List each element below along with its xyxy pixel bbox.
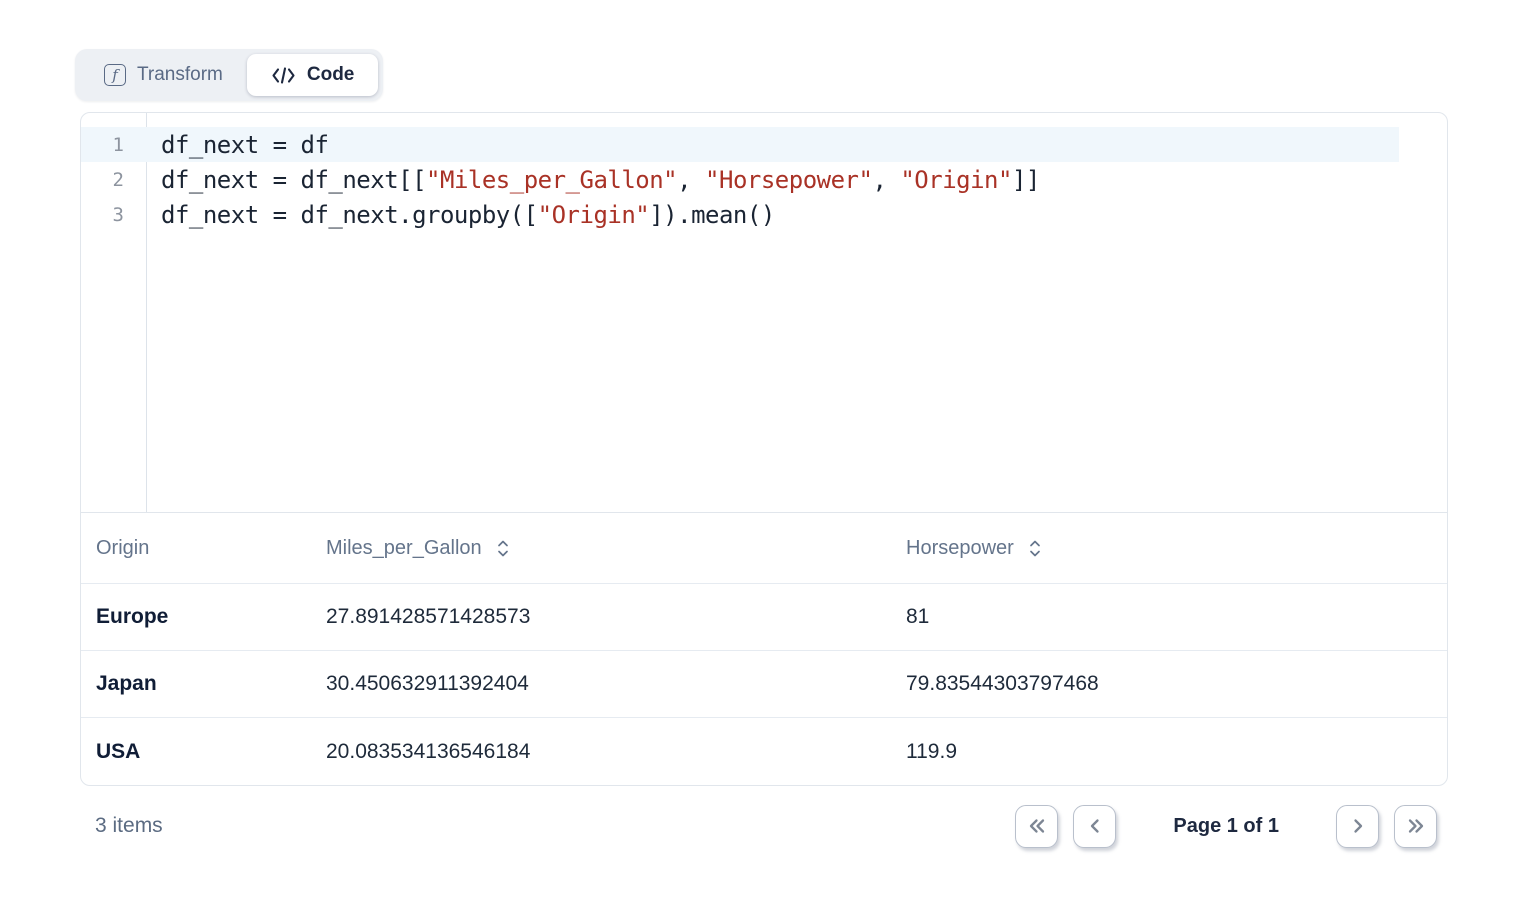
table-row[interactable]: Europe27.89142857142857381 — [81, 584, 1447, 651]
column-header-miles-per-gallon[interactable]: Miles_per_Gallon — [326, 537, 906, 560]
cell-origin: Japan — [96, 672, 326, 696]
code-brackets-icon — [271, 66, 296, 85]
line-number: 2 — [81, 169, 146, 191]
table-row[interactable]: USA20.083534136546184119.9 — [81, 718, 1447, 785]
code-line[interactable]: 3df_next = df_next.groupby(["Origin"]).m… — [81, 197, 1447, 232]
cell-origin: Europe — [96, 605, 326, 629]
tab-code-label: Code — [307, 64, 355, 86]
column-header-horsepower[interactable]: Horsepower — [906, 537, 1447, 560]
table-header-row: Origin Miles_per_Gallon Horsepower — [81, 513, 1447, 584]
cell-origin: USA — [96, 740, 326, 764]
previous-page-button[interactable] — [1073, 805, 1116, 848]
line-number: 3 — [81, 204, 146, 226]
cell-miles-per-gallon: 27.891428571428573 — [326, 605, 906, 629]
table-footer: 3 items Page 1 of 1 — [80, 803, 1448, 849]
items-count: 3 items — [95, 814, 163, 838]
cell-horsepower: 81 — [906, 605, 1447, 629]
chevron-right-icon — [1348, 816, 1368, 836]
result-table: Origin Miles_per_Gallon Horsepower — [81, 513, 1447, 785]
column-header-label: Horsepower — [906, 537, 1014, 560]
function-icon: f — [104, 64, 126, 86]
cell-miles-per-gallon: 20.083534136546184 — [326, 740, 906, 764]
chevron-left-icon — [1085, 816, 1105, 836]
code-lines: 1df_next = df2df_next = df_next[["Miles_… — [81, 127, 1447, 232]
double-chevron-left-icon — [1027, 816, 1047, 836]
tab-transform[interactable]: f Transform — [80, 54, 247, 96]
cell-miles-per-gallon: 30.450632911392404 — [326, 672, 906, 696]
table-body: Europe27.89142857142857381Japan30.450632… — [81, 584, 1447, 785]
column-header-origin[interactable]: Origin — [96, 537, 326, 560]
tab-code[interactable]: Code — [247, 54, 379, 96]
first-page-button[interactable] — [1015, 805, 1058, 848]
view-toggle: f Transform Code — [75, 49, 383, 101]
cell-horsepower: 119.9 — [906, 740, 1447, 764]
page-indicator: Page 1 of 1 — [1173, 815, 1279, 838]
tab-transform-label: Transform — [137, 64, 223, 86]
cell-horsepower: 79.83544303797468 — [906, 672, 1447, 696]
next-page-button[interactable] — [1336, 805, 1379, 848]
code-line-text: df_next = df_next[["Miles_per_Gallon", "… — [146, 166, 1040, 194]
code-line[interactable]: 1df_next = df — [81, 127, 1447, 162]
code-line-text: df_next = df — [146, 131, 328, 159]
last-page-button[interactable] — [1394, 805, 1437, 848]
sort-icon[interactable] — [496, 538, 510, 559]
sort-icon[interactable] — [1028, 538, 1042, 559]
column-header-label: Miles_per_Gallon — [326, 537, 482, 560]
code-line-text: df_next = df_next.groupby(["Origin"]).me… — [146, 201, 775, 229]
line-number: 1 — [81, 134, 146, 156]
code-editor[interactable]: 1df_next = df2df_next = df_next[["Miles_… — [81, 113, 1447, 513]
pagination: Page 1 of 1 — [1015, 805, 1437, 848]
table-row[interactable]: Japan30.45063291139240479.83544303797468 — [81, 651, 1447, 718]
code-line[interactable]: 2df_next = df_next[["Miles_per_Gallon", … — [81, 162, 1447, 197]
double-chevron-right-icon — [1406, 816, 1426, 836]
code-and-preview-panel: 1df_next = df2df_next = df_next[["Miles_… — [80, 112, 1448, 786]
column-header-label: Origin — [96, 537, 149, 560]
